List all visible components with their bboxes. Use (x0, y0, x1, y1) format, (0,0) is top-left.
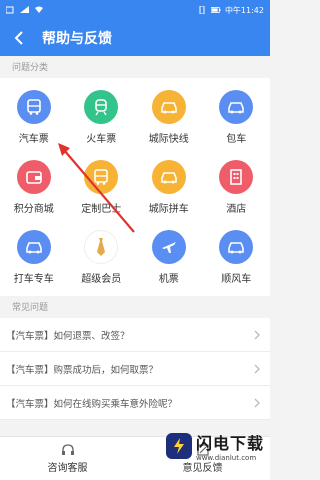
category-label: 城际快线 (148, 134, 189, 145)
faq-text: 【汽车票】如何退票、改签？ (6, 330, 130, 342)
category-label: 酒店 (226, 204, 247, 215)
headset-icon (61, 443, 74, 455)
custom-bus-icon (84, 160, 119, 194)
watermark-url: www.dianlut.com (195, 454, 257, 462)
category-label: 汽车票 (18, 134, 49, 145)
bus-icon (16, 90, 51, 124)
faq-item[interactable]: 【汽车票】如何在线购买乘车意外险呢？ (0, 386, 270, 420)
wifi-icon (35, 6, 43, 13)
category-flight[interactable]: 机票 (135, 224, 203, 294)
category-label: 城际拼车 (148, 204, 189, 215)
section-label-faq: 常见问题 (12, 303, 49, 313)
faq-item[interactable]: 【汽车票】购票成功后，如何取票？ (0, 352, 270, 386)
category-label: 机票 (158, 274, 179, 285)
chevron-right-icon (254, 330, 260, 339)
category-super-member[interactable]: 超级会员 (68, 224, 136, 294)
category-intercity-carpool[interactable]: 城际拼车 (135, 154, 203, 224)
charter-car-icon (219, 90, 254, 124)
vibrate-icon (199, 6, 205, 14)
category-label: 定制巴士 (81, 204, 122, 215)
clock: 中午11:42 (224, 5, 264, 15)
section-label-categories: 问题分类 (12, 63, 49, 73)
wallet-icon (16, 160, 51, 194)
watermark-title: 闪电下载 (195, 434, 264, 453)
category-points-mall[interactable]: 积分商城 (0, 154, 68, 224)
taxi-icon (16, 230, 51, 264)
category-label: 顺风车 (221, 274, 252, 285)
carpool-icon (151, 160, 186, 194)
faq-list: 【汽车票】如何退票、改签？ 【汽车票】购票成功后，如何取票？ 【汽车票】如何在线… (0, 318, 270, 420)
watermark: 闪电下载 www.dianlut.com (165, 430, 264, 462)
faq-text: 【汽车票】购票成功后，如何取票？ (6, 364, 159, 376)
category-label: 超级会员 (81, 274, 122, 285)
faq-item[interactable]: 【汽车票】如何退票、改签？ (0, 318, 270, 352)
chevron-right-icon (254, 398, 260, 407)
lightning-logo-icon (165, 433, 192, 459)
category-intercity-express[interactable]: 城际快线 (135, 84, 203, 154)
train-icon (84, 90, 119, 124)
car-icon (151, 90, 186, 124)
app-header: 帮助与反馈 (0, 20, 270, 56)
category-hitch-ride[interactable]: 顺风车 (203, 224, 271, 294)
customer-service-label: 咨询客服 (47, 462, 88, 474)
category-grid: 汽车票 火车票 城际快线 包车 积分商城 定制巴士 城际拼车 酒店 打车专车 超… (0, 78, 270, 296)
category-bus-ticket[interactable]: 汽车票 (0, 84, 68, 154)
battery-icon (210, 7, 221, 13)
sim-icon (6, 6, 14, 14)
faq-text: 【汽车票】如何在线购买乘车意外险呢？ (6, 398, 178, 410)
hotel-icon (219, 160, 254, 194)
tie-icon (84, 230, 119, 264)
page-title: 帮助与反馈 (42, 31, 112, 47)
status-bar: 中午11:42 (0, 0, 270, 20)
category-train-ticket[interactable]: 火车票 (68, 84, 136, 154)
category-hotel[interactable]: 酒店 (203, 154, 271, 224)
customer-service-button[interactable]: 咨询客服 (0, 437, 135, 480)
back-button[interactable] (10, 29, 28, 47)
category-taxi[interactable]: 打车专车 (0, 224, 68, 294)
category-label: 火车票 (86, 134, 117, 145)
category-charter[interactable]: 包车 (203, 84, 271, 154)
plane-icon (151, 230, 186, 264)
hitch-car-icon (219, 230, 254, 264)
signal-icon (20, 6, 29, 13)
category-label: 积分商城 (13, 204, 54, 215)
category-custom-bus[interactable]: 定制巴士 (68, 154, 136, 224)
chevron-left-icon (14, 31, 23, 45)
category-label: 包车 (226, 134, 247, 145)
category-label: 打车专车 (13, 274, 54, 285)
chevron-right-icon (254, 364, 260, 373)
